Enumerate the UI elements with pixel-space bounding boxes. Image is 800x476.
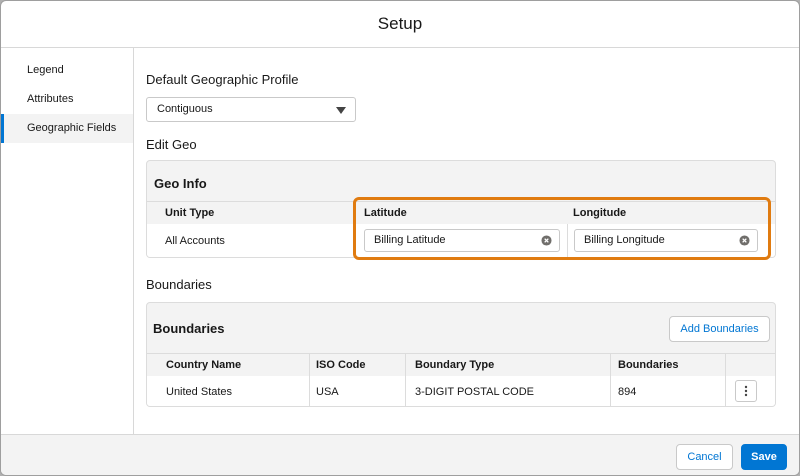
cancel-button[interactable]: Cancel <box>676 444 733 470</box>
column-header-unit-type: Unit Type <box>165 207 215 219</box>
geo-info-table-header: Unit Type Latitude Longitude <box>147 201 775 225</box>
clear-icon[interactable] <box>541 235 552 246</box>
boundaries-label: Boundaries <box>146 277 212 292</box>
latitude-field[interactable]: Billing Latitude <box>364 229 560 252</box>
clear-icon[interactable] <box>739 235 750 246</box>
column-divider <box>610 354 611 376</box>
geo-info-card: Geo Info Unit Type Latitude Longitude Al… <box>146 160 776 258</box>
sidebar-item-geographic-fields[interactable]: Geographic Fields <box>1 114 133 143</box>
column-header-boundaries: Boundaries <box>618 359 679 371</box>
iso-code-cell: USA <box>316 386 339 398</box>
column-header-latitude: Latitude <box>364 207 407 219</box>
more-vertical-icon <box>744 385 748 397</box>
edit-geo-label: Edit Geo <box>146 137 197 152</box>
boundaries-count-cell: 894 <box>618 386 637 398</box>
country-name-cell: United States <box>166 386 233 398</box>
latitude-field-value: Billing Latitude <box>374 234 446 246</box>
geo-info-title: Geo Info <box>154 176 207 191</box>
modal-title: Setup <box>377 14 423 33</box>
sidebar-nav: Legend Attributes Geographic Fields <box>1 48 134 434</box>
sidebar-item-legend[interactable]: Legend <box>1 56 133 85</box>
column-divider <box>405 376 406 406</box>
boundaries-card: Boundaries Add Boundaries Country Name I… <box>146 302 776 407</box>
boundary-type-cell: 3-DIGIT POSTAL CODE <box>415 386 534 398</box>
table-row: United States USA 3-DIGIT POSTAL CODE 89… <box>147 376 775 406</box>
main-content: Default Geographic Profile Contiguous Ed… <box>134 48 799 434</box>
save-button[interactable]: Save <box>741 444 787 470</box>
setup-modal: Setup Legend Attributes Geographic Field… <box>0 0 800 476</box>
column-divider <box>725 376 726 406</box>
table-row: All Accounts Billing Latitude Billing Lo… <box>147 224 775 257</box>
boundaries-title: Boundaries <box>153 321 225 336</box>
modal-header: Setup <box>1 1 799 48</box>
modal-footer: Cancel Save <box>1 434 799 475</box>
profile-select-value: Contiguous <box>157 103 213 115</box>
column-header-longitude: Longitude <box>573 207 627 219</box>
row-actions-button[interactable] <box>735 380 757 402</box>
profile-select[interactable]: Contiguous <box>146 97 356 122</box>
column-divider <box>405 354 406 376</box>
unit-type-cell: All Accounts <box>165 235 225 247</box>
longitude-field[interactable]: Billing Longitude <box>574 229 758 252</box>
column-header-iso-code: ISO Code <box>316 359 366 371</box>
caret-down-icon <box>336 107 346 114</box>
column-divider <box>610 376 611 406</box>
add-boundaries-button[interactable]: Add Boundaries <box>669 316 770 342</box>
boundaries-table-header: Country Name ISO Code Boundary Type Boun… <box>147 353 775 377</box>
column-header-country-name: Country Name <box>166 359 242 371</box>
sidebar-item-attributes[interactable]: Attributes <box>1 85 133 114</box>
longitude-field-value: Billing Longitude <box>584 234 665 246</box>
column-header-boundary-type: Boundary Type <box>415 359 495 371</box>
column-divider <box>567 224 568 257</box>
default-profile-label: Default Geographic Profile <box>146 72 299 87</box>
column-divider <box>725 354 726 376</box>
